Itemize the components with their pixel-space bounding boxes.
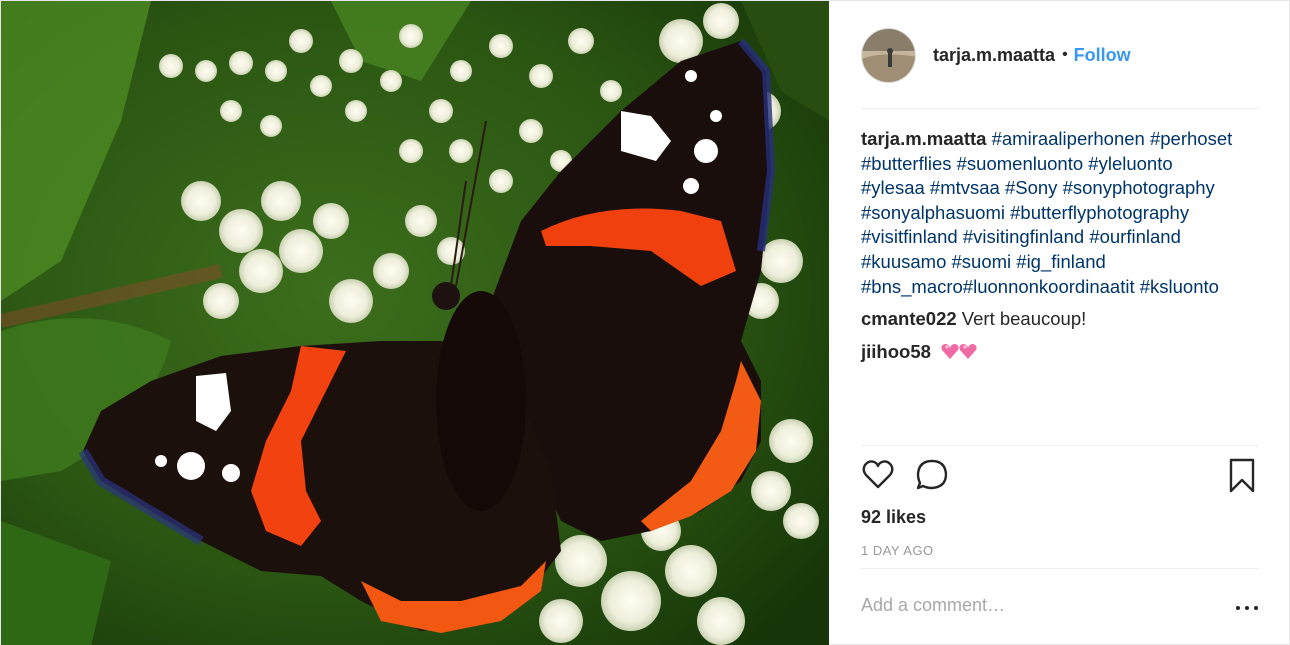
caption: tarja.m.maatta #amiraaliperhonen #perhos… [861, 127, 1261, 299]
header-username[interactable]: tarja.m.maatta [933, 45, 1055, 66]
comment-item: jiihoo58 [861, 340, 1261, 368]
hashtag-link[interactable]: #suomi [952, 251, 1012, 272]
divider [861, 445, 1258, 446]
hashtag-link[interactable]: #butterflies [861, 153, 952, 174]
action-bar [861, 458, 1258, 496]
hashtag-link[interactable]: #kuusamo [861, 251, 946, 272]
post-header: tarja.m.maatta • Follow [861, 27, 1258, 83]
hashtag-link[interactable]: #yleluonto [1088, 153, 1172, 174]
hashtag-link[interactable]: #bns_macro#luonnonkoordinaatit [861, 276, 1135, 297]
avatar[interactable] [861, 27, 916, 83]
post-photo[interactable] [1, 1, 829, 645]
hashtag-link[interactable]: #sonyalphasuomi [861, 202, 1005, 223]
avatar-image [862, 28, 915, 82]
hashtag-link[interactable]: #mtvsaa [930, 177, 1000, 198]
post-timestamp[interactable]: 1 DAY AGO [861, 543, 934, 558]
two-hearts-emoji-icon [940, 341, 980, 368]
hashtag-link[interactable]: #sonyphotography [1063, 177, 1215, 198]
caption-hashtags: #amiraaliperhonen #perhoset #butterflies … [861, 128, 1232, 297]
divider [861, 568, 1258, 569]
hashtag-link[interactable]: #amiraaliperhonen [992, 128, 1145, 149]
dot [1254, 606, 1258, 610]
caption-author[interactable]: tarja.m.maatta [861, 128, 986, 149]
comment-author[interactable]: cmante022 [861, 308, 957, 329]
dot [1236, 606, 1240, 610]
comment-text: Vert beaucoup! [961, 308, 1087, 330]
header-separator: • [1062, 46, 1068, 63]
hashtag-link[interactable]: #ylesaa [861, 177, 925, 198]
follow-button[interactable]: Follow [1074, 45, 1131, 66]
comment-item: cmante022 Vert beaucoup! [861, 307, 1261, 332]
divider [861, 108, 1258, 109]
comments-list: tarja.m.maatta #amiraaliperhonen #perhos… [861, 127, 1261, 375]
hashtag-link[interactable]: #butterflyphotography [1010, 202, 1189, 223]
butterfly-photo [1, 1, 829, 645]
post-details-panel: tarja.m.maatta • Follow tarja.m.maatta #… [829, 1, 1290, 645]
hashtag-link[interactable]: #ig_finland [1016, 251, 1106, 272]
hashtag-link[interactable]: #ourfinland [1089, 226, 1181, 247]
hashtag-link[interactable]: #visitingfinland [963, 226, 1084, 247]
hashtag-link[interactable]: #visitfinland [861, 226, 958, 247]
add-comment-input[interactable] [861, 595, 1221, 616]
dot [1245, 606, 1249, 610]
instagram-post: tarja.m.maatta • Follow tarja.m.maatta #… [0, 0, 1290, 645]
ellipsis-icon[interactable] [1236, 597, 1258, 619]
heart-outline-icon[interactable] [861, 458, 897, 494]
comment-author[interactable]: jiihoo58 [861, 341, 931, 362]
hashtag-link[interactable]: #ksluonto [1140, 276, 1219, 297]
likes-count[interactable]: 92 likes [861, 507, 926, 528]
bookmark-icon[interactable] [1228, 458, 1258, 494]
speech-bubble-icon[interactable] [915, 458, 951, 494]
hashtag-link[interactable]: #Sony [1005, 177, 1057, 198]
hashtag-link[interactable]: #suomenluonto [957, 153, 1084, 174]
hashtag-link[interactable]: #perhoset [1150, 128, 1232, 149]
